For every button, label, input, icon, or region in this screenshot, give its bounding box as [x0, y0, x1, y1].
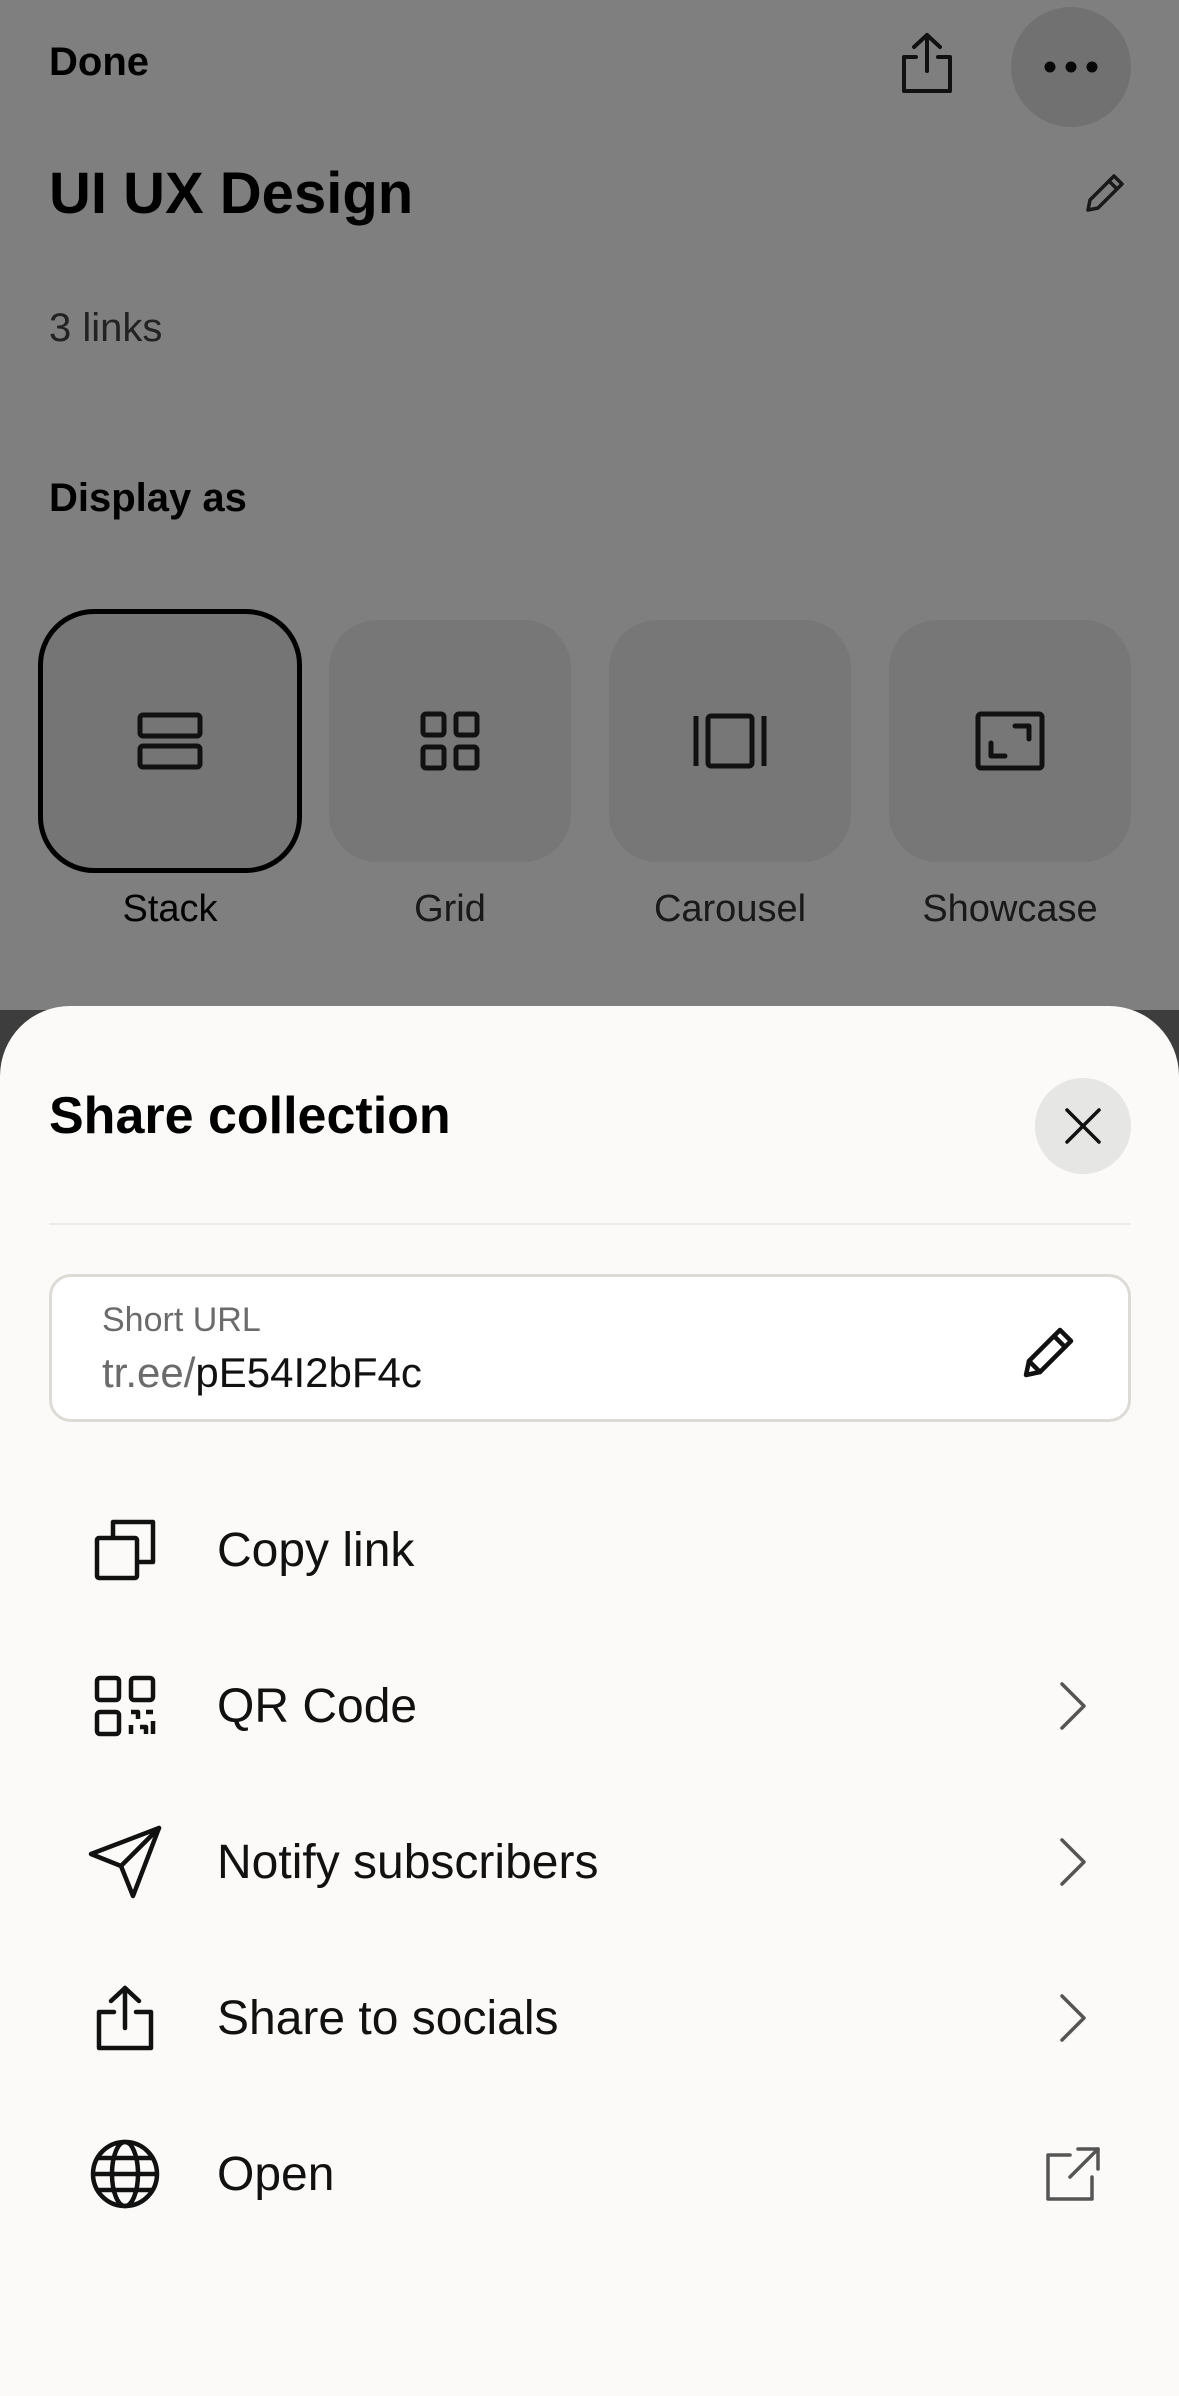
layout-tile	[329, 620, 571, 862]
layout-tile	[609, 620, 851, 862]
copy-icon	[94, 1519, 156, 1581]
short-url-value: tr.ee/pE54I2bF4c	[102, 1349, 422, 1397]
layout-label: Stack	[122, 888, 218, 930]
layout-tile	[889, 620, 1131, 862]
close-icon	[1065, 1108, 1101, 1144]
collection-editor-page: Done UI UX Design 3 links Display as Sta…	[0, 0, 1179, 1010]
menu-label: Copy link	[217, 1523, 415, 1577]
layout-option-grid[interactable]: Grid	[329, 620, 571, 931]
share-button[interactable]	[892, 28, 962, 98]
short-url-label: Short URL	[102, 1301, 261, 1339]
layout-label: Showcase	[922, 888, 1098, 930]
done-button[interactable]: Done	[49, 40, 149, 85]
menu-icon-wrap	[65, 1958, 185, 2078]
menu-icon-wrap	[65, 2114, 185, 2234]
qr-code-item[interactable]: QR Code	[49, 1636, 1131, 1776]
layout-tile	[38, 609, 302, 873]
notify-subscribers-item[interactable]: Notify subscribers	[49, 1792, 1131, 1932]
sheet-title: Share collection	[49, 1087, 451, 1145]
close-button[interactable]	[1035, 1078, 1131, 1174]
pencil-icon	[1023, 1327, 1074, 1378]
chevron-right-icon	[1060, 1838, 1086, 1886]
chevron-right-icon	[1060, 1994, 1086, 2042]
collection-title: UI UX Design	[49, 161, 414, 226]
menu-trailing	[1033, 2134, 1113, 2214]
short-url-field[interactable]: Short URL tr.ee/pE54I2bF4c	[49, 1274, 1131, 1422]
menu-trailing	[1033, 1978, 1113, 2058]
grid-icon	[420, 711, 480, 771]
share-icon	[902, 33, 952, 93]
menu-trailing	[1033, 1822, 1113, 1902]
chevron-right-icon	[1060, 1682, 1086, 1730]
more-horizontal-icon	[1044, 61, 1098, 73]
globe-icon	[90, 2139, 160, 2209]
menu-icon-wrap	[65, 1490, 185, 1610]
menu-label: Share to socials	[217, 1991, 559, 2045]
menu-label: Open	[217, 2147, 335, 2201]
layout-label: Carousel	[653, 888, 807, 930]
display-as-heading: Display as	[49, 476, 247, 520]
short-url-slug: pE54I2bF4c	[195, 1349, 422, 1396]
short-url-prefix: tr.ee/	[102, 1349, 196, 1396]
pencil-icon	[1086, 174, 1124, 212]
menu-label: Notify subscribers	[217, 1835, 599, 1889]
layout-option-showcase[interactable]: Showcase	[889, 620, 1131, 931]
edit-title-button[interactable]	[1080, 168, 1130, 218]
share-icon	[96, 1985, 154, 2051]
open-item[interactable]: Open	[49, 2104, 1131, 2244]
edit-url-button[interactable]	[1012, 1313, 1088, 1389]
share-to-socials-item[interactable]: Share to socials	[49, 1948, 1131, 2088]
carousel-icon	[693, 713, 767, 769]
menu-trailing	[1033, 1666, 1113, 1746]
link-count: 3 links	[49, 306, 163, 350]
external-link-icon	[1046, 2147, 1100, 2201]
menu-icon-wrap	[65, 1646, 185, 1766]
share-collection-sheet: Share collection Short URL tr.ee/pE54I2b…	[0, 1006, 1179, 2396]
qr-code-icon	[94, 1675, 156, 1737]
stack-icon	[137, 712, 203, 770]
more-options-button[interactable]	[1011, 7, 1131, 127]
copy-link-item[interactable]: Copy link	[49, 1480, 1131, 1620]
layout-option-carousel[interactable]: Carousel	[609, 620, 851, 931]
layout-label: Grid	[414, 888, 486, 930]
menu-label: QR Code	[217, 1679, 418, 1733]
divider	[49, 1223, 1131, 1225]
menu-icon-wrap	[65, 1802, 185, 1922]
send-icon	[88, 1825, 162, 1899]
layout-option-stack[interactable]: Stack	[38, 609, 302, 931]
showcase-icon	[975, 711, 1045, 771]
